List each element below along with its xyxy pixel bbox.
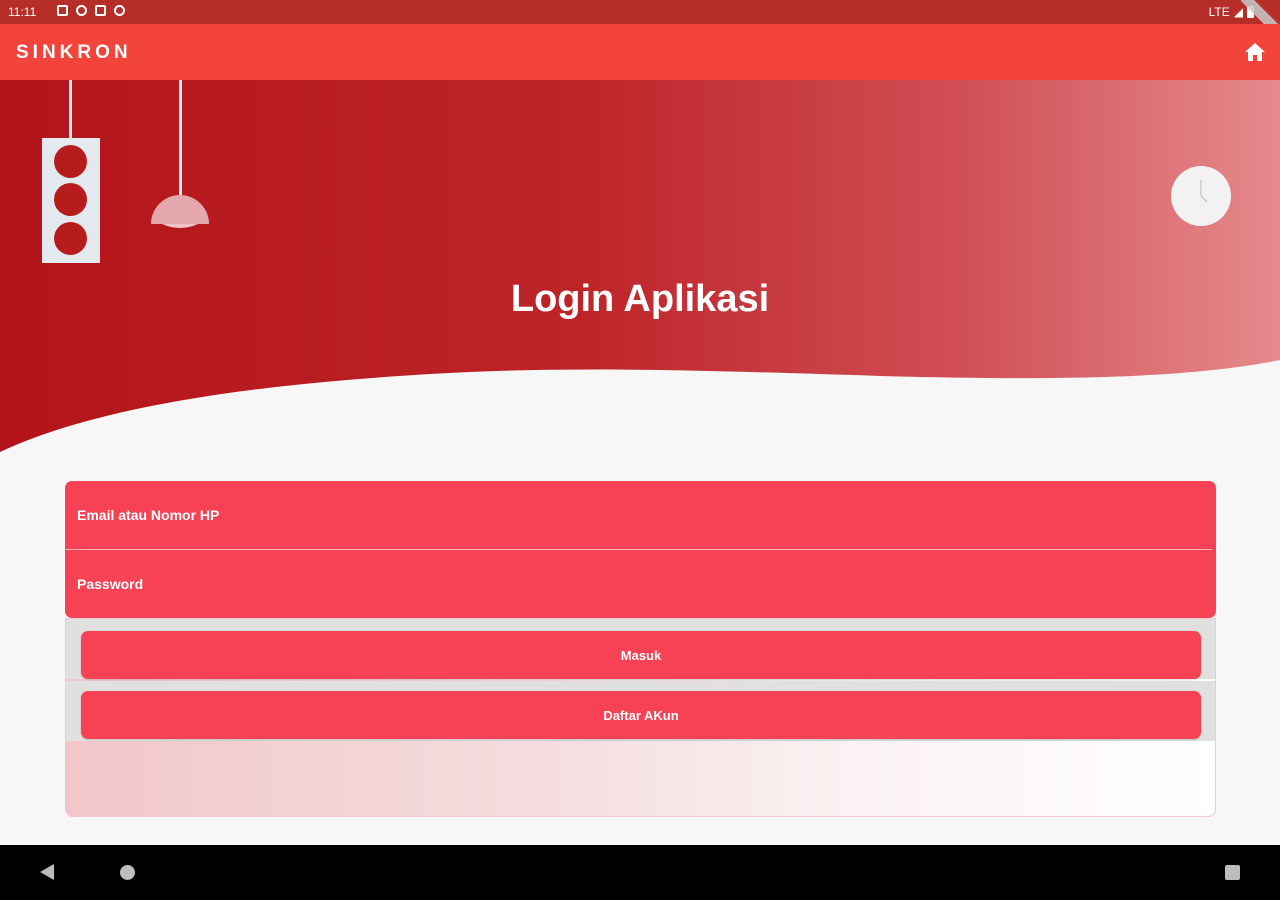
sd-card-icon: [95, 5, 106, 16]
clock-icon: [1171, 166, 1231, 226]
lamp-cord: [179, 80, 182, 195]
notification-icon: [57, 5, 68, 16]
back-icon[interactable]: [40, 864, 54, 880]
status-time: 11:11: [8, 5, 37, 19]
traffic-light-dot: [54, 183, 87, 216]
traffic-light-dot: [54, 222, 87, 255]
login-form: [65, 481, 1216, 618]
page-title: Login Aplikasi: [510, 278, 770, 320]
status-bar: 11:11 LTE ◢: [0, 0, 1280, 41]
password-field-container: [65, 550, 1216, 618]
hanging-lamp-icon: [151, 195, 209, 228]
recents-icon[interactable]: [1225, 865, 1240, 880]
password-field[interactable]: [77, 550, 1197, 618]
circle-notification-icon: [114, 5, 125, 16]
login-button[interactable]: Masuk: [81, 631, 1201, 679]
traffic-light-dot: [54, 145, 87, 178]
email-field[interactable]: [77, 481, 1197, 549]
traffic-light-cord: [69, 80, 72, 138]
home-circle-icon[interactable]: [120, 865, 135, 880]
email-field-container: [65, 481, 1216, 549]
register-button-container: Daftar AKun: [66, 681, 1215, 741]
app-title: SINKRON: [16, 42, 132, 63]
home-icon[interactable]: [1244, 42, 1266, 62]
signal-icon: ◢: [1233, 5, 1243, 19]
app-bar: SINKRON: [0, 24, 1280, 80]
sync-icon: [76, 5, 87, 16]
hero-banner: [0, 80, 1280, 460]
register-button[interactable]: Daftar AKun: [81, 691, 1201, 739]
login-button-container: Masuk: [66, 619, 1215, 679]
status-notification-icons: [57, 5, 125, 16]
action-panel: Masuk Daftar AKun: [65, 618, 1216, 817]
system-nav-bar: [0, 845, 1280, 900]
traffic-light-icon: [42, 138, 100, 263]
hero-background: [0, 80, 1280, 452]
network-label: LTE: [1208, 5, 1230, 19]
